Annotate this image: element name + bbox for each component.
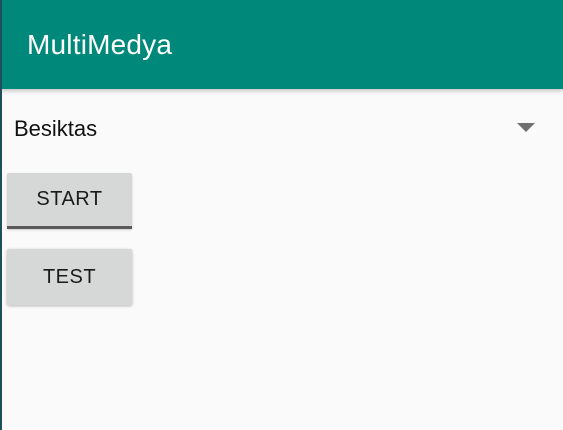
test-button[interactable]: TEST — [7, 249, 132, 305]
start-button[interactable]: START — [7, 173, 132, 229]
app-bar: MultiMedya — [0, 0, 563, 89]
app-title: MultiMedya — [27, 29, 173, 60]
station-spinner[interactable]: Besiktas — [0, 89, 563, 167]
window-left-edge — [0, 0, 2, 430]
dropdown-triangle-icon — [517, 123, 535, 132]
spinner-selected-value: Besiktas — [14, 116, 98, 141]
